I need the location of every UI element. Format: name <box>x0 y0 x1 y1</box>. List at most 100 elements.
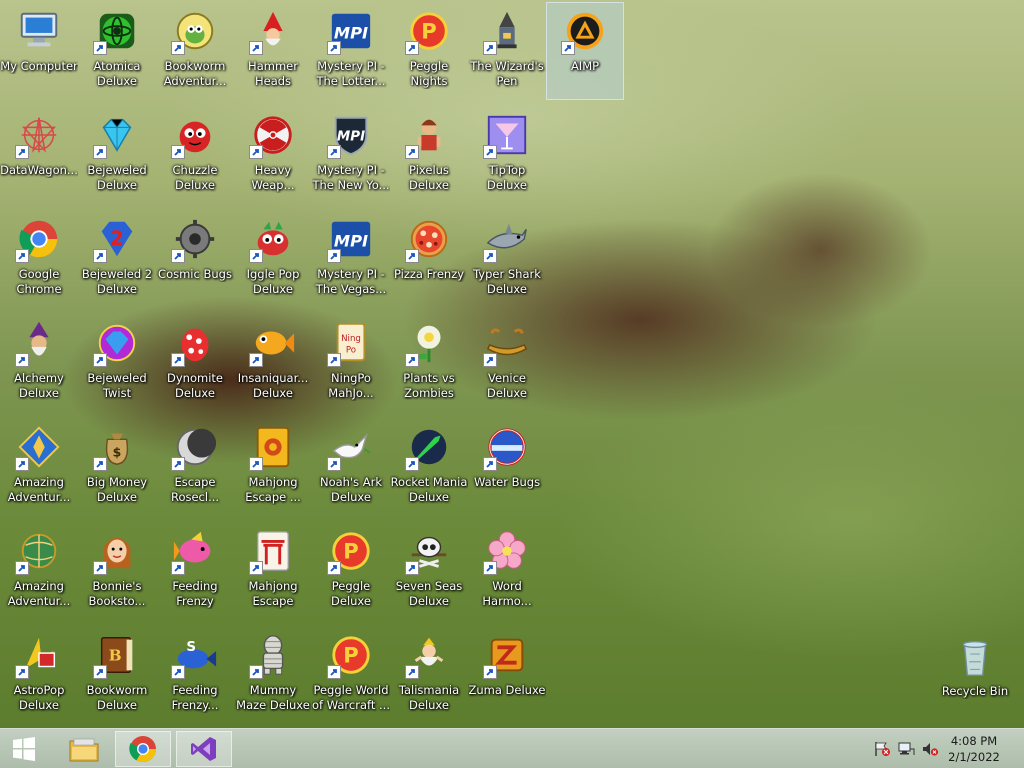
desktop-shortcut[interactable]: $ Big Money Deluxe <box>79 419 155 515</box>
shortcut-label: Bookworm Deluxe <box>86 683 148 712</box>
taskbar-visual-studio[interactable] <box>176 731 232 767</box>
radiation-icon <box>249 111 297 159</box>
desktop-shortcut[interactable]: Word Harmo... <box>469 523 545 619</box>
shortcut-arrow-icon <box>15 249 29 263</box>
desktop-shortcut[interactable]: Bejeweled Twist <box>79 315 155 411</box>
taskbar-google-chrome[interactable] <box>115 731 171 767</box>
shortcut-label: Iggle Pop Deluxe <box>246 267 300 296</box>
desktop-shortcut[interactable]: My Computer <box>0 3 78 99</box>
cocktail-icon <box>483 111 531 159</box>
desktop-shortcut[interactable]: S Feeding Frenzy... <box>157 627 233 723</box>
desktop-shortcut[interactable]: Pixelus Deluxe <box>391 107 467 203</box>
desktop-shortcut[interactable]: Pizza Frenzy <box>391 211 467 307</box>
desktop-shortcut[interactable]: Google Chrome <box>1 211 77 307</box>
desktop-shortcut[interactable]: MPI Mystery PI - The New Yo... <box>312 107 390 203</box>
shortcut-arrow-icon <box>249 561 263 575</box>
desktop-shortcut[interactable]: Mahjong Escape ... <box>235 419 311 515</box>
desktop-shortcut[interactable]: Feeding Frenzy Deluxe <box>157 523 233 619</box>
shortcut-label: DataWagon... <box>0 163 78 177</box>
shortcut-arrow-icon <box>171 561 185 575</box>
desktop-shortcut[interactable]: AstroPop Deluxe <box>1 627 77 723</box>
desktop-shortcut[interactable]: 2 Bejeweled 2 Deluxe <box>79 211 155 307</box>
desktop-shortcut[interactable]: Atomica Deluxe <box>79 3 155 99</box>
gold-tile-icon <box>249 423 297 471</box>
desktop-shortcut[interactable]: DataWagon... <box>0 107 78 203</box>
desktop-shortcut[interactable]: Iggle Pop Deluxe <box>235 211 311 307</box>
desktop-shortcut[interactable]: Hammer Heads Deluxe <box>235 3 311 99</box>
desktop-shortcut[interactable]: B Bookworm Deluxe <box>79 627 155 723</box>
desktop-shortcut[interactable]: Alchemy Deluxe <box>1 315 77 411</box>
desktop-shortcut[interactable]: Escape Rosecl... <box>157 419 233 515</box>
desktop-shortcut[interactable]: Heavy Weap... <box>235 107 311 203</box>
visual-studio-icon <box>191 737 216 761</box>
shortcut-label: Amazing Adventur... <box>7 475 71 504</box>
shortcut-arrow-icon <box>561 41 575 55</box>
desktop-shortcut[interactable]: Bejeweled Deluxe <box>79 107 155 203</box>
desktop-shortcut[interactable]: P Peggle Nights Deluxe <box>391 3 467 99</box>
shortcut-arrow-icon <box>405 145 419 159</box>
shortcut-arrow-icon <box>483 353 497 367</box>
desktop-shortcut[interactable]: Bookworm Adventur... <box>157 3 233 99</box>
shortcut-label: Bejeweled 2 Deluxe <box>81 267 153 296</box>
shortcut-arrow-icon <box>483 665 497 679</box>
desktop-shortcut[interactable]: Bonnie's Booksto... <box>79 523 155 619</box>
taskbar-clock[interactable]: 4:08 PM 2/1/2022 <box>944 733 1004 765</box>
shortcut-label: Cosmic Bugs <box>158 267 232 281</box>
desktop-shortcut[interactable]: Mahjong Escape Anci... <box>235 523 311 619</box>
shortcut-arrow-icon <box>405 561 419 575</box>
gear-bug-icon <box>171 215 219 263</box>
desktop-shortcut[interactable]: Chuzzle Deluxe <box>157 107 233 203</box>
desktop-shortcut[interactable]: TipTop Deluxe <box>469 107 545 203</box>
desktop-shortcut[interactable]: MPI Mystery PI - The Lotter... <box>313 3 389 99</box>
svg-text:MPI: MPI <box>334 24 368 43</box>
desktop-shortcut[interactable]: Amazing Adventur... <box>1 523 77 619</box>
network-icon[interactable] <box>897 741 915 757</box>
shortcut-label: Venice Deluxe <box>487 371 527 400</box>
taskbar-file-explorer[interactable] <box>56 731 112 767</box>
desktop-shortcut[interactable]: Talismania Deluxe <box>391 627 467 723</box>
shortcut-label: Hammer Heads Deluxe <box>248 59 298 88</box>
desktop-shortcut[interactable]: Venice Deluxe <box>469 315 545 411</box>
shortcut-arrow-icon <box>327 665 341 679</box>
desktop-shortcut[interactable]: Noah's Ark Deluxe <box>313 419 389 515</box>
shortcut-label: Google Chrome <box>16 267 62 296</box>
desktop[interactable]: My Computer Atomica Deluxe Bookworm Advent… <box>0 0 1024 728</box>
zuma-icon <box>483 631 531 679</box>
svg-text:S: S <box>186 640 196 655</box>
shortcut-arrow-icon <box>249 457 263 471</box>
desktop-shortcut[interactable]: Plants vs Zombies <box>391 315 467 411</box>
alchemist-icon <box>15 319 63 367</box>
desktop-shortcut[interactable]: P Peggle Deluxe <box>313 523 389 619</box>
shortcut-arrow-icon <box>171 665 185 679</box>
chrome-icon <box>129 736 157 763</box>
chrome-icon <box>15 215 63 263</box>
desktop-shortcut[interactable]: AIMP <box>546 2 624 100</box>
girl-icon <box>93 527 141 575</box>
desktop-shortcut[interactable]: Amazing Adventur... <box>1 419 77 515</box>
desktop-shortcut[interactable]: Typer Shark Deluxe <box>469 211 545 307</box>
shortcut-arrow-icon <box>483 457 497 471</box>
desktop-shortcut[interactable]: P Peggle World of Warcraft ... <box>312 627 390 723</box>
shortcut-arrow-icon <box>249 41 263 55</box>
desktop-shortcut[interactable]: Zuma Deluxe <box>468 627 546 723</box>
desktop-shortcut[interactable]: MPI Mystery PI - The Vegas... <box>313 211 389 307</box>
recycle-bin-icon <box>951 632 999 680</box>
desktop-shortcut[interactable]: Insaniquar... Deluxe <box>235 315 311 411</box>
recycle-bin[interactable]: Recycle Bin <box>937 628 1013 724</box>
action-center-flag-icon[interactable] <box>873 741 891 757</box>
blossom-icon <box>483 527 531 575</box>
desktop-shortcut[interactable]: Cosmic Bugs <box>157 211 233 307</box>
shortcut-arrow-icon <box>327 457 341 471</box>
volume-muted-icon[interactable] <box>921 741 939 757</box>
start-button[interactable] <box>0 731 48 767</box>
desktop-shortcut[interactable]: Water Bugs <box>469 419 545 515</box>
shortcut-arrow-icon <box>93 145 107 159</box>
desktop-shortcut[interactable]: Seven Seas Deluxe <box>391 523 467 619</box>
desktop-shortcut[interactable]: Dynomite Deluxe <box>157 315 233 411</box>
desktop-shortcut[interactable]: Mummy Maze Deluxe <box>235 627 311 723</box>
shortcut-label: Dynomite Deluxe <box>167 371 223 400</box>
desktop-shortcut[interactable]: Rocket Mania Deluxe <box>391 419 467 515</box>
shortcut-label: Bejeweled Deluxe <box>87 163 147 192</box>
desktop-shortcut[interactable]: The Wizard's Pen <box>469 3 545 99</box>
desktop-shortcut[interactable]: Ning Po NingPo MahJo... <box>313 315 389 411</box>
